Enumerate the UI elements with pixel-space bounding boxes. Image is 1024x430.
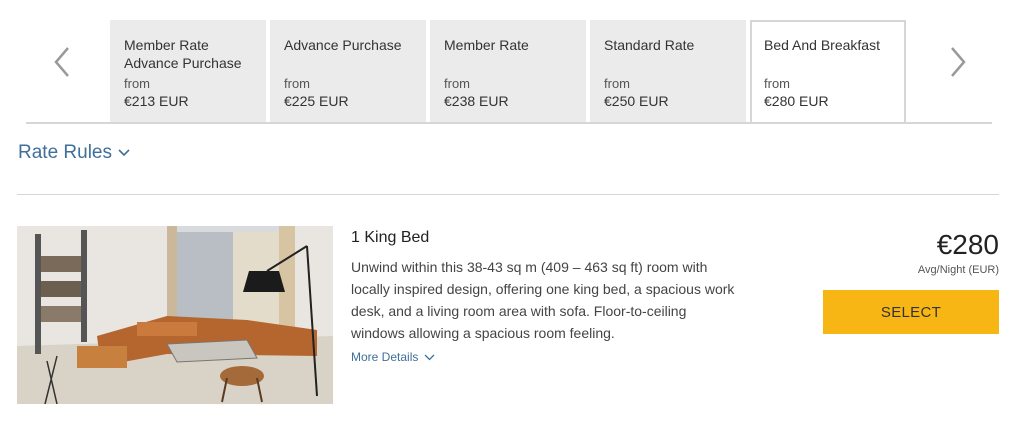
tab-price: €250 EUR <box>604 93 669 109</box>
tab-from-label: from <box>284 76 310 91</box>
more-details-link[interactable]: More Details <box>351 350 751 364</box>
room-price: €280 <box>936 229 999 260</box>
tab-advance-purchase[interactable]: Advance Purchase from €225 EUR <box>270 20 426 122</box>
tab-price: €225 EUR <box>284 93 349 109</box>
room-photo <box>17 226 333 404</box>
tab-name: Bed And Breakfast <box>764 37 880 53</box>
chevron-left-icon <box>54 47 69 77</box>
next-rates-button[interactable] <box>936 40 980 84</box>
tab-from-label: from <box>604 76 630 91</box>
tab-name: Member Rate <box>444 37 529 53</box>
tab-member-rate-advance-purchase[interactable]: Member Rate Advance Purchase from €213 E… <box>110 20 266 122</box>
tab-name: Standard Rate <box>604 37 695 53</box>
price-block: €280 Avg/Night (EUR) <box>799 228 999 278</box>
room-photo-illustration <box>17 226 333 404</box>
select-button[interactable]: SELECT <box>823 290 999 334</box>
tab-from-label: from <box>764 76 790 91</box>
tab-from-label: from <box>124 76 150 91</box>
tab-price: €238 EUR <box>444 93 509 109</box>
room-title: 1 King Bed <box>351 229 430 246</box>
more-details-label: More Details <box>351 350 419 364</box>
prev-rates-button[interactable] <box>40 40 84 84</box>
tab-name: Member Rate Advance Purchase <box>124 37 242 71</box>
chevron-down-icon <box>424 354 435 360</box>
tabs-baseline <box>26 122 992 124</box>
tab-from-label: from <box>444 76 470 91</box>
room-description: Unwind within this 38-43 sq m (409 – 463… <box>351 259 735 341</box>
price-unit: Avg/Night (EUR) <box>917 264 999 276</box>
tab-price: €213 EUR <box>124 93 189 109</box>
tab-member-rate[interactable]: Member Rate from €238 EUR <box>430 20 586 122</box>
rate-tabs: Member Rate Advance Purchase from €213 E… <box>26 20 992 124</box>
room-info: 1 King Bed Unwind within this 38-43 sq m… <box>351 228 751 364</box>
tab-name: Advance Purchase <box>284 37 402 53</box>
rate-rules-toggle[interactable]: Rate Rules <box>18 142 130 164</box>
chevron-down-icon <box>118 149 130 157</box>
section-divider <box>17 194 999 195</box>
tab-bed-and-breakfast[interactable]: Bed And Breakfast from €280 EUR <box>750 20 906 124</box>
rate-rules-label: Rate Rules <box>18 142 112 163</box>
tab-standard-rate[interactable]: Standard Rate from €250 EUR <box>590 20 746 122</box>
tab-price: €280 EUR <box>764 93 829 109</box>
chevron-right-icon <box>951 47 966 77</box>
